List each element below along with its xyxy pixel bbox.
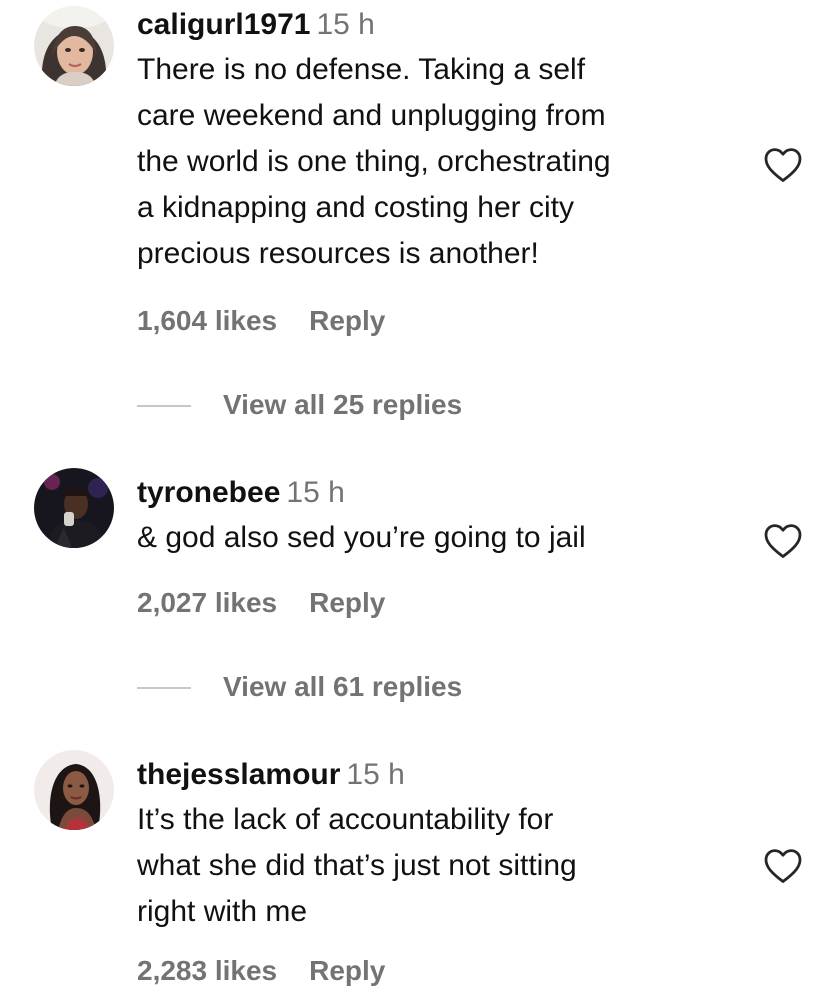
comment-text-line: care weekend and unplugging from — [137, 99, 606, 132]
comment-text-line: a kidnapping and costing her city — [137, 191, 574, 224]
reply-button[interactable]: Reply — [309, 587, 385, 618]
avatar[interactable] — [34, 750, 114, 830]
comment-timestamp: 15 h — [316, 8, 375, 41]
comment-text-line: It’s the lack of accountability for — [137, 803, 554, 836]
comment-username[interactable]: thejesslamour — [137, 758, 340, 791]
view-replies-label[interactable]: View all 61 replies — [223, 670, 462, 704]
comment-username[interactable]: caligurl1971 — [137, 8, 310, 41]
likes-count[interactable]: 2,027 likes — [137, 587, 277, 618]
replies-divider-line — [137, 687, 191, 689]
comment-timestamp: 15 h — [346, 758, 405, 791]
comment-text: It’s the lack of accountability for what… — [137, 797, 737, 935]
comment-text: & god also sed you’re going to jail — [137, 515, 737, 561]
comment-text-line: & god also sed you’re going to jail — [137, 521, 586, 554]
comment-username[interactable]: tyronebee — [137, 476, 280, 509]
comment-text-line: precious resources is another! — [137, 237, 539, 270]
replies-divider-line — [137, 405, 191, 407]
comments-list: caligurl1971 15 h There is no defense. Ta… — [0, 0, 840, 986]
comment-text-line: the world is one thing, orchestrating — [137, 145, 611, 178]
avatar[interactable] — [34, 468, 114, 548]
heart-outline-icon[interactable] — [763, 848, 803, 884]
comment-actions: 1,604 likes Reply — [137, 305, 385, 337]
comment-timestamp: 15 h — [286, 476, 345, 509]
comment-text-line: right with me — [137, 895, 308, 928]
comment-actions: 2,283 likes Reply — [137, 955, 385, 987]
comment-text: There is no defense. Taking a self care … — [137, 47, 737, 277]
heart-outline-icon[interactable] — [763, 523, 803, 559]
likes-count[interactable]: 2,283 likes — [137, 955, 277, 986]
comment-text-line: what she did that’s just not sitting — [137, 849, 577, 882]
comment-text-line: There is no defense. Taking a self — [137, 53, 586, 86]
view-replies-label[interactable]: View all 25 replies — [223, 388, 462, 422]
reply-button[interactable]: Reply — [309, 955, 385, 986]
reply-button[interactable]: Reply — [309, 305, 385, 336]
heart-outline-icon[interactable] — [763, 147, 803, 183]
likes-count[interactable]: 1,604 likes — [137, 305, 277, 336]
avatar[interactable] — [34, 6, 114, 86]
comment-actions: 2,027 likes Reply — [137, 587, 385, 619]
